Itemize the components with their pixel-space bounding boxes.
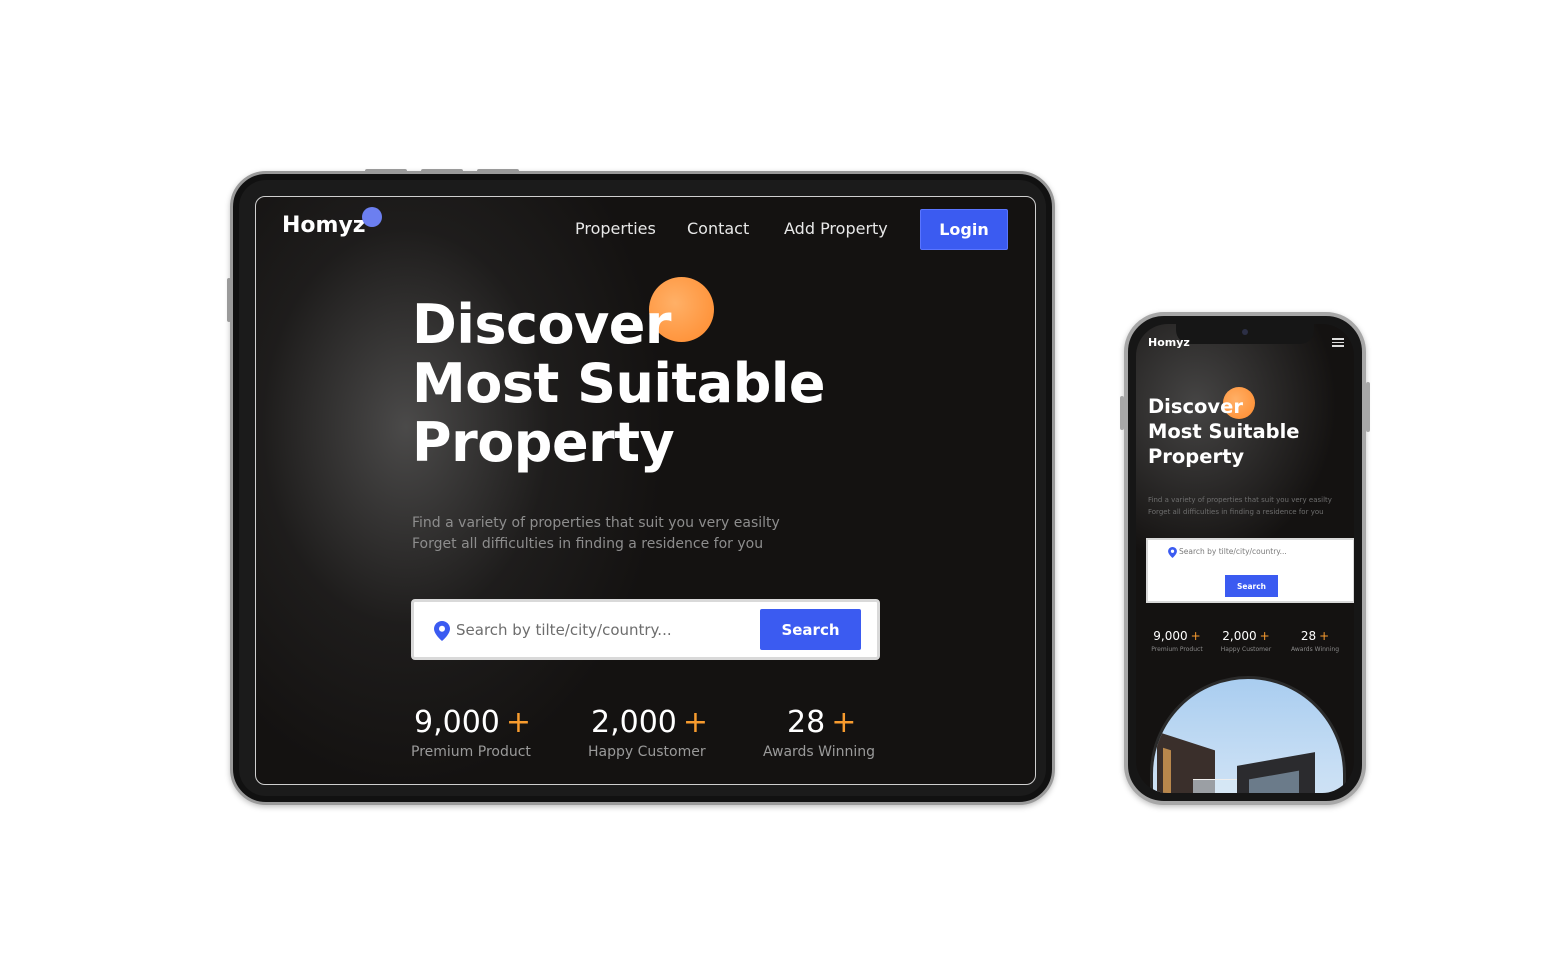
logo[interactable]: Homyz [1148, 336, 1190, 349]
stat-happy-customer: 2,000 + Happy Customer [588, 705, 741, 760]
phone-mockup: Homyz Discover Most Suitable Property Fi… [1120, 312, 1370, 805]
hero-title: Discover Most Suitable Property [1148, 394, 1299, 469]
search-bar: Search by tilte/city/country... Search [1146, 538, 1354, 603]
stat-plus: + [831, 705, 857, 740]
stat-awards-winning: 28 + Awards Winning [1280, 629, 1350, 653]
stat-premium-product: 9,000 + Premium Product [1142, 629, 1212, 653]
phone-side-button [1120, 396, 1124, 430]
tablet-mockup: Homyz Properties Contact Add Property Lo… [227, 169, 1055, 805]
stat-label: Happy Customer [588, 744, 706, 760]
tablet-hardware-button [421, 169, 463, 173]
stat-awards-winning: 28 + Awards Winning [763, 705, 937, 760]
hero-title-line: Property [412, 411, 675, 474]
phone-side-button [1366, 382, 1370, 432]
property-image [1150, 676, 1346, 793]
hero-subtitle-line: Find a variety of properties that suit y… [1148, 496, 1332, 504]
search-input[interactable]: Search by tilte/city/country... [456, 621, 672, 639]
tablet-hardware-button [477, 169, 519, 173]
hero-title-line: Most Suitable [412, 352, 825, 415]
stat-plus: + [1190, 629, 1201, 643]
stat-value: 28 [787, 705, 826, 740]
nav-properties[interactable]: Properties [575, 219, 656, 238]
nav-contact[interactable]: Contact [687, 219, 749, 238]
hero-title: Discover Most Suitable Property [412, 295, 882, 472]
search-button[interactable]: Search [1225, 575, 1278, 597]
hero-subtitle-line: Forget all difficulties in finding a res… [412, 536, 764, 552]
stat-label: Premium Product [1151, 646, 1203, 653]
hero-subtitle-line: Find a variety of properties that suit y… [412, 515, 780, 531]
login-button[interactable]: Login [920, 209, 1008, 250]
location-pin-icon [434, 621, 450, 641]
stat-value: 9,000 [414, 705, 500, 740]
stat-label: Awards Winning [1291, 646, 1339, 653]
hero-title-line: Most Suitable [1148, 420, 1300, 443]
phone-notch [1176, 324, 1314, 344]
stat-label: Happy Customer [1220, 646, 1272, 653]
location-pin-icon [1168, 547, 1177, 558]
stat-plus: + [1319, 629, 1330, 643]
stat-value: 28 [1300, 629, 1317, 643]
phone-screen: Homyz Discover Most Suitable Property Fi… [1136, 324, 1354, 793]
stat-label: Premium Product [411, 744, 531, 760]
stat-label: Awards Winning [763, 744, 875, 760]
hero-subtitle: Find a variety of properties that suit y… [412, 513, 780, 555]
logo[interactable]: Homyz [282, 213, 366, 238]
tablet-hardware-button [365, 169, 407, 173]
stat-plus: + [682, 705, 709, 740]
tablet-screen: Homyz Properties Contact Add Property Lo… [255, 196, 1036, 785]
search-input[interactable]: Search by tilte/city/country... [1179, 547, 1287, 556]
nav-add-property[interactable]: Add Property [784, 219, 888, 238]
stat-premium-product: 9,000 + Premium Product [411, 705, 564, 760]
hero-title-line: Discover [412, 293, 672, 356]
stat-plus: + [505, 705, 532, 740]
hero-title-line: Property [1148, 445, 1245, 468]
search-bar: Search by tilte/city/country... Search [411, 599, 880, 660]
search-button[interactable]: Search [760, 609, 861, 650]
camera-icon [1242, 329, 1248, 335]
hero-title-line: Discover [1148, 395, 1243, 418]
tablet-side-button [227, 278, 231, 322]
stat-value: 2,000 [591, 705, 677, 740]
stat-plus: + [1259, 629, 1270, 643]
hamburger-menu-icon[interactable] [1332, 338, 1344, 349]
hero-subtitle-line: Forget all difficulties in finding a res… [1148, 508, 1324, 516]
hero-subtitle: Find a variety of properties that suit y… [1148, 494, 1332, 518]
logo-dot [362, 207, 382, 227]
stat-value: 9,000 [1153, 629, 1188, 643]
stat-happy-customer: 2,000 + Happy Customer [1211, 629, 1281, 653]
stat-value: 2,000 [1222, 629, 1257, 643]
